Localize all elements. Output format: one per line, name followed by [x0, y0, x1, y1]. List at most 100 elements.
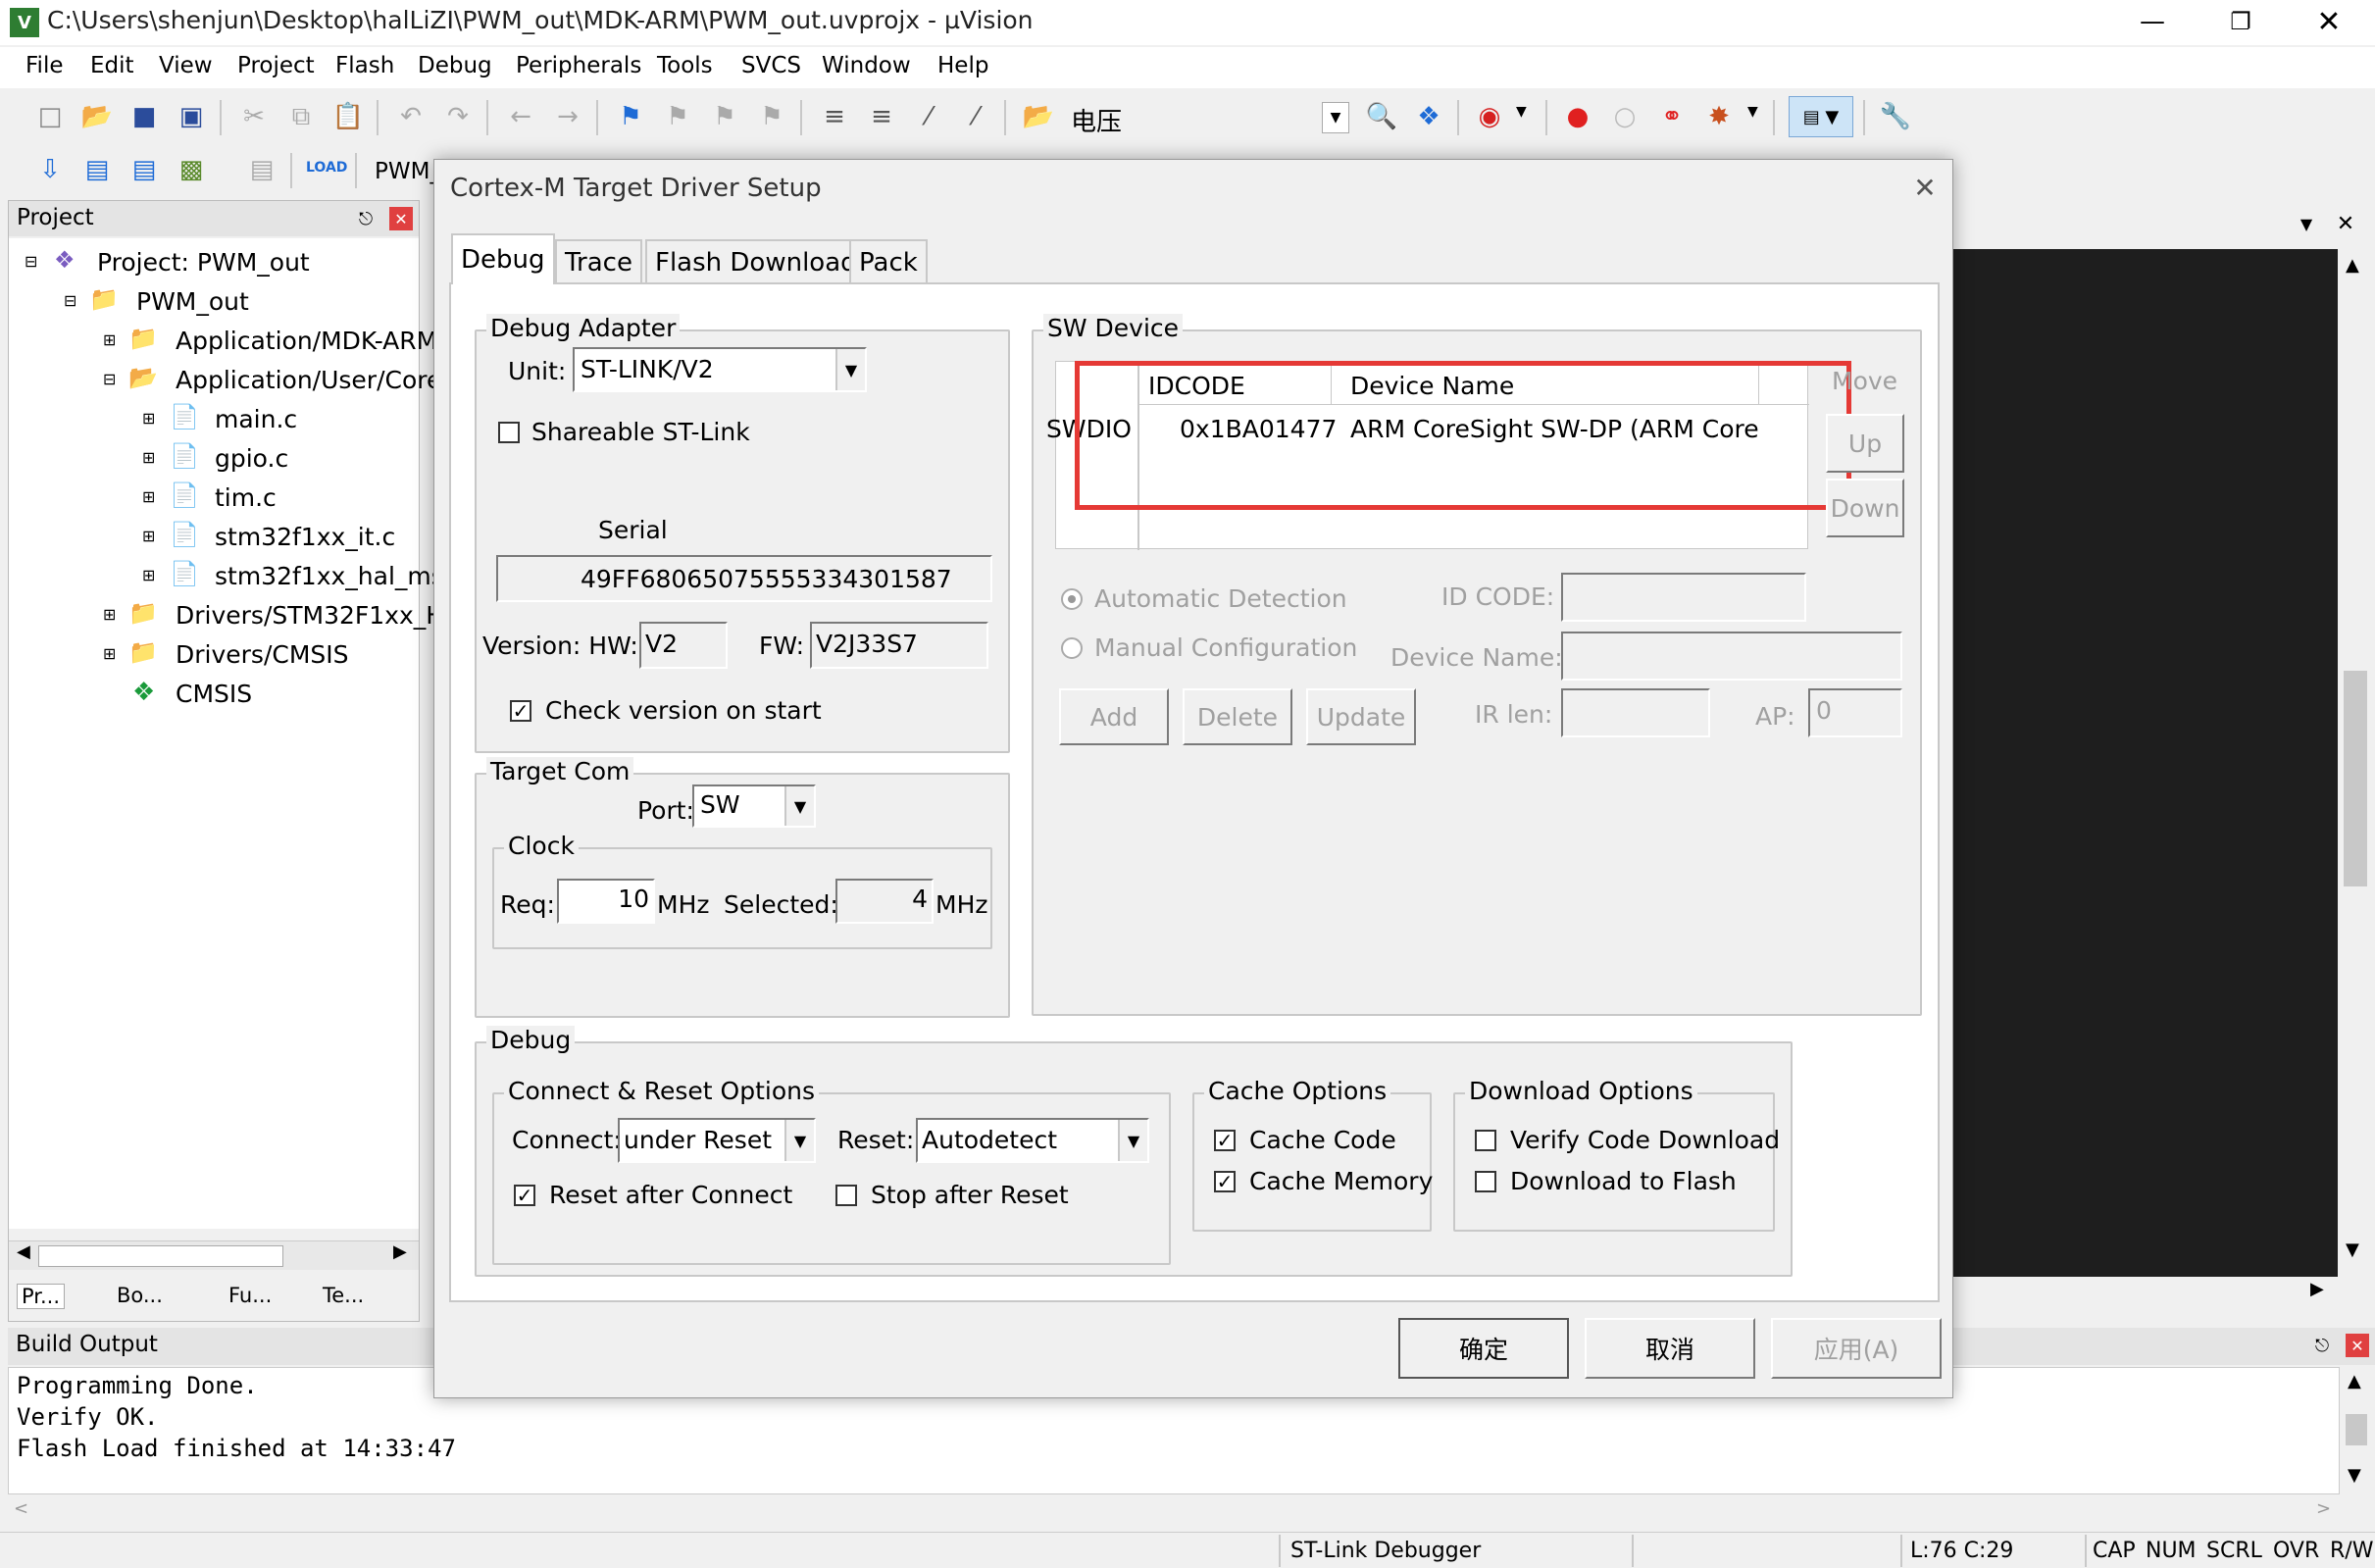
- port-select[interactable]: SW ▼: [692, 784, 816, 828]
- add-button[interactable]: Add: [1059, 688, 1169, 745]
- chevron-down-icon[interactable]: ▼: [784, 786, 814, 826]
- unindent-icon[interactable]: ≡: [863, 98, 900, 135]
- connect-select[interactable]: under Reset ▼: [618, 1118, 816, 1163]
- chevron-down-icon[interactable]: ▼: [1118, 1120, 1147, 1161]
- nav-forward-icon[interactable]: →: [549, 98, 586, 135]
- new-file-icon[interactable]: □: [31, 98, 69, 135]
- tab-templates[interactable]: Te...: [323, 1284, 364, 1307]
- download-flash-checkbox[interactable]: [1475, 1171, 1496, 1192]
- breakpoint-icon[interactable]: ●: [1559, 98, 1596, 135]
- redo-icon[interactable]: ↷: [439, 98, 477, 135]
- translate-icon[interactable]: ⇩: [31, 151, 69, 188]
- tree-collapse-icon[interactable]: ⊟: [64, 291, 76, 310]
- tree-expand-icon[interactable]: ⊞: [142, 487, 155, 506]
- tab-debug[interactable]: Debug: [451, 233, 555, 284]
- paste-icon[interactable]: 📋: [329, 98, 367, 135]
- tree-expand-icon[interactable]: ⊞: [142, 409, 155, 428]
- tree-item-file[interactable]: tim.c: [215, 483, 277, 512]
- reset-after-connect-checkbox[interactable]: ✓: [514, 1185, 535, 1206]
- menu-flash[interactable]: Flash: [335, 53, 394, 78]
- tree-expand-icon[interactable]: ⊞: [103, 330, 116, 349]
- bookmark-prev-icon[interactable]: ⚑: [659, 98, 696, 135]
- menu-edit[interactable]: Edit: [90, 53, 134, 78]
- chevron-down-icon[interactable]: ▼: [784, 1120, 814, 1161]
- stop-after-reset-checkbox[interactable]: [835, 1185, 857, 1206]
- pin-icon[interactable]: ⎋: [352, 205, 379, 232]
- window-layout-icon[interactable]: ▤ ▼: [1789, 96, 1853, 137]
- menu-view[interactable]: View: [159, 53, 213, 78]
- tab-books[interactable]: Bo...: [117, 1284, 163, 1307]
- move-up-button[interactable]: Up: [1826, 414, 1904, 473]
- tab-project[interactable]: Pr...: [17, 1284, 66, 1309]
- delete-button[interactable]: Delete: [1183, 688, 1292, 745]
- indent-icon[interactable]: ≡: [816, 98, 853, 135]
- menu-peripherals[interactable]: Peripherals: [516, 53, 641, 78]
- check-version-checkbox[interactable]: ✓: [510, 700, 531, 722]
- load-icon[interactable]: LOAD: [306, 149, 347, 186]
- editor-vscrollbar[interactable]: ▲ ▼: [2338, 249, 2373, 1277]
- tree-item-file[interactable]: stm32f1xx_it.c: [215, 523, 395, 551]
- minimize-icon[interactable]: —: [2118, 0, 2187, 43]
- tree-item-target[interactable]: PWM_out: [136, 287, 249, 316]
- debug-start-icon[interactable]: ◉: [1471, 98, 1508, 135]
- project-hscrollbar[interactable]: ◀ ▶: [9, 1240, 419, 1270]
- tree-expand-icon[interactable]: ⊞: [103, 605, 116, 624]
- find-combo-dropdown-icon[interactable]: ▼: [1322, 102, 1349, 133]
- automatic-detection-radio[interactable]: [1061, 588, 1083, 610]
- breakpoint-disable-all-icon[interactable]: ⚭: [1653, 98, 1691, 135]
- tab-trace[interactable]: Trace: [555, 239, 642, 284]
- tree-item-component[interactable]: CMSIS: [176, 680, 252, 708]
- tree-item-file[interactable]: main.c: [215, 405, 297, 433]
- target-select[interactable]: PWM_: [375, 159, 441, 184]
- id-code-input[interactable]: [1561, 573, 1806, 622]
- bookmark-next-icon[interactable]: ⚑: [706, 98, 743, 135]
- tab-flash-download[interactable]: Flash Download: [645, 239, 867, 284]
- cache-code-checkbox[interactable]: ✓: [1214, 1130, 1236, 1151]
- close-icon[interactable]: ✕: [2295, 0, 2363, 43]
- tree-item-folder[interactable]: Application/MDK-ARM: [176, 327, 437, 355]
- find-in-files-icon[interactable]: 📂: [1020, 98, 1057, 135]
- pin-icon[interactable]: ⎋: [2308, 1332, 2336, 1359]
- tree-item-project[interactable]: Project: PWM_out: [97, 248, 310, 277]
- cancel-button[interactable]: 取消: [1585, 1318, 1755, 1379]
- batch-build-icon[interactable]: ▩: [173, 151, 210, 188]
- breakpoint-disable-icon[interactable]: ○: [1606, 98, 1643, 135]
- save-all-icon[interactable]: ▣: [173, 98, 210, 135]
- save-icon[interactable]: ■: [126, 98, 163, 135]
- breakpoint-dropdown-icon[interactable]: ▼: [1747, 104, 1758, 120]
- ok-button[interactable]: 确定: [1398, 1318, 1569, 1379]
- tree-collapse-icon[interactable]: ⊟: [25, 252, 37, 271]
- menu-window[interactable]: Window: [822, 53, 911, 78]
- shareable-stlink-checkbox[interactable]: [498, 422, 520, 443]
- open-file-icon[interactable]: 📂: [78, 98, 116, 135]
- tree-item-folder[interactable]: Application/User/Core: [176, 366, 441, 394]
- tab-functions[interactable]: Fu...: [228, 1284, 272, 1307]
- rebuild-icon[interactable]: ▤: [126, 151, 163, 188]
- chevron-down-icon[interactable]: ▼: [835, 349, 865, 390]
- tab-pack[interactable]: Pack: [849, 239, 928, 284]
- undo-icon[interactable]: ↶: [392, 98, 430, 135]
- breakpoint-kill-all-icon[interactable]: ✸: [1700, 98, 1738, 135]
- editor-close-icon[interactable]: ✕: [2332, 210, 2359, 237]
- nav-back-icon[interactable]: ←: [502, 98, 539, 135]
- tree-collapse-icon[interactable]: ⊟: [103, 370, 116, 388]
- menu-help[interactable]: Help: [937, 53, 988, 78]
- find-combo-text[interactable]: 电压: [1071, 102, 1122, 138]
- menu-svcs[interactable]: SVCS: [741, 53, 801, 78]
- editor-hscrollbar[interactable]: ▶: [1951, 1277, 2375, 1308]
- req-clock-input[interactable]: 10: [557, 879, 655, 924]
- update-button[interactable]: Update: [1306, 688, 1416, 745]
- debug-dropdown-icon[interactable]: ▼: [1516, 104, 1527, 120]
- editor-dropdown-icon[interactable]: ▼: [2293, 210, 2320, 237]
- tree-expand-icon[interactable]: ⊞: [142, 566, 155, 584]
- cut-icon[interactable]: ✂: [235, 98, 273, 135]
- tree-item-file[interactable]: stm32f1xx_hal_msp: [215, 562, 460, 590]
- tree-expand-icon[interactable]: ⊞: [103, 644, 116, 663]
- reset-select[interactable]: Autodetect ▼: [916, 1118, 1149, 1163]
- tree-item-folder[interactable]: Drivers/STM32F1xx_HA: [176, 601, 461, 630]
- ir-len-input[interactable]: [1561, 688, 1710, 737]
- dialog-close-icon[interactable]: ✕: [1907, 170, 1943, 205]
- menu-project[interactable]: Project: [237, 53, 315, 78]
- bookmark-clear-icon[interactable]: ⚑: [753, 98, 790, 135]
- unit-select[interactable]: ST-LINK/V2 ▼: [573, 347, 867, 392]
